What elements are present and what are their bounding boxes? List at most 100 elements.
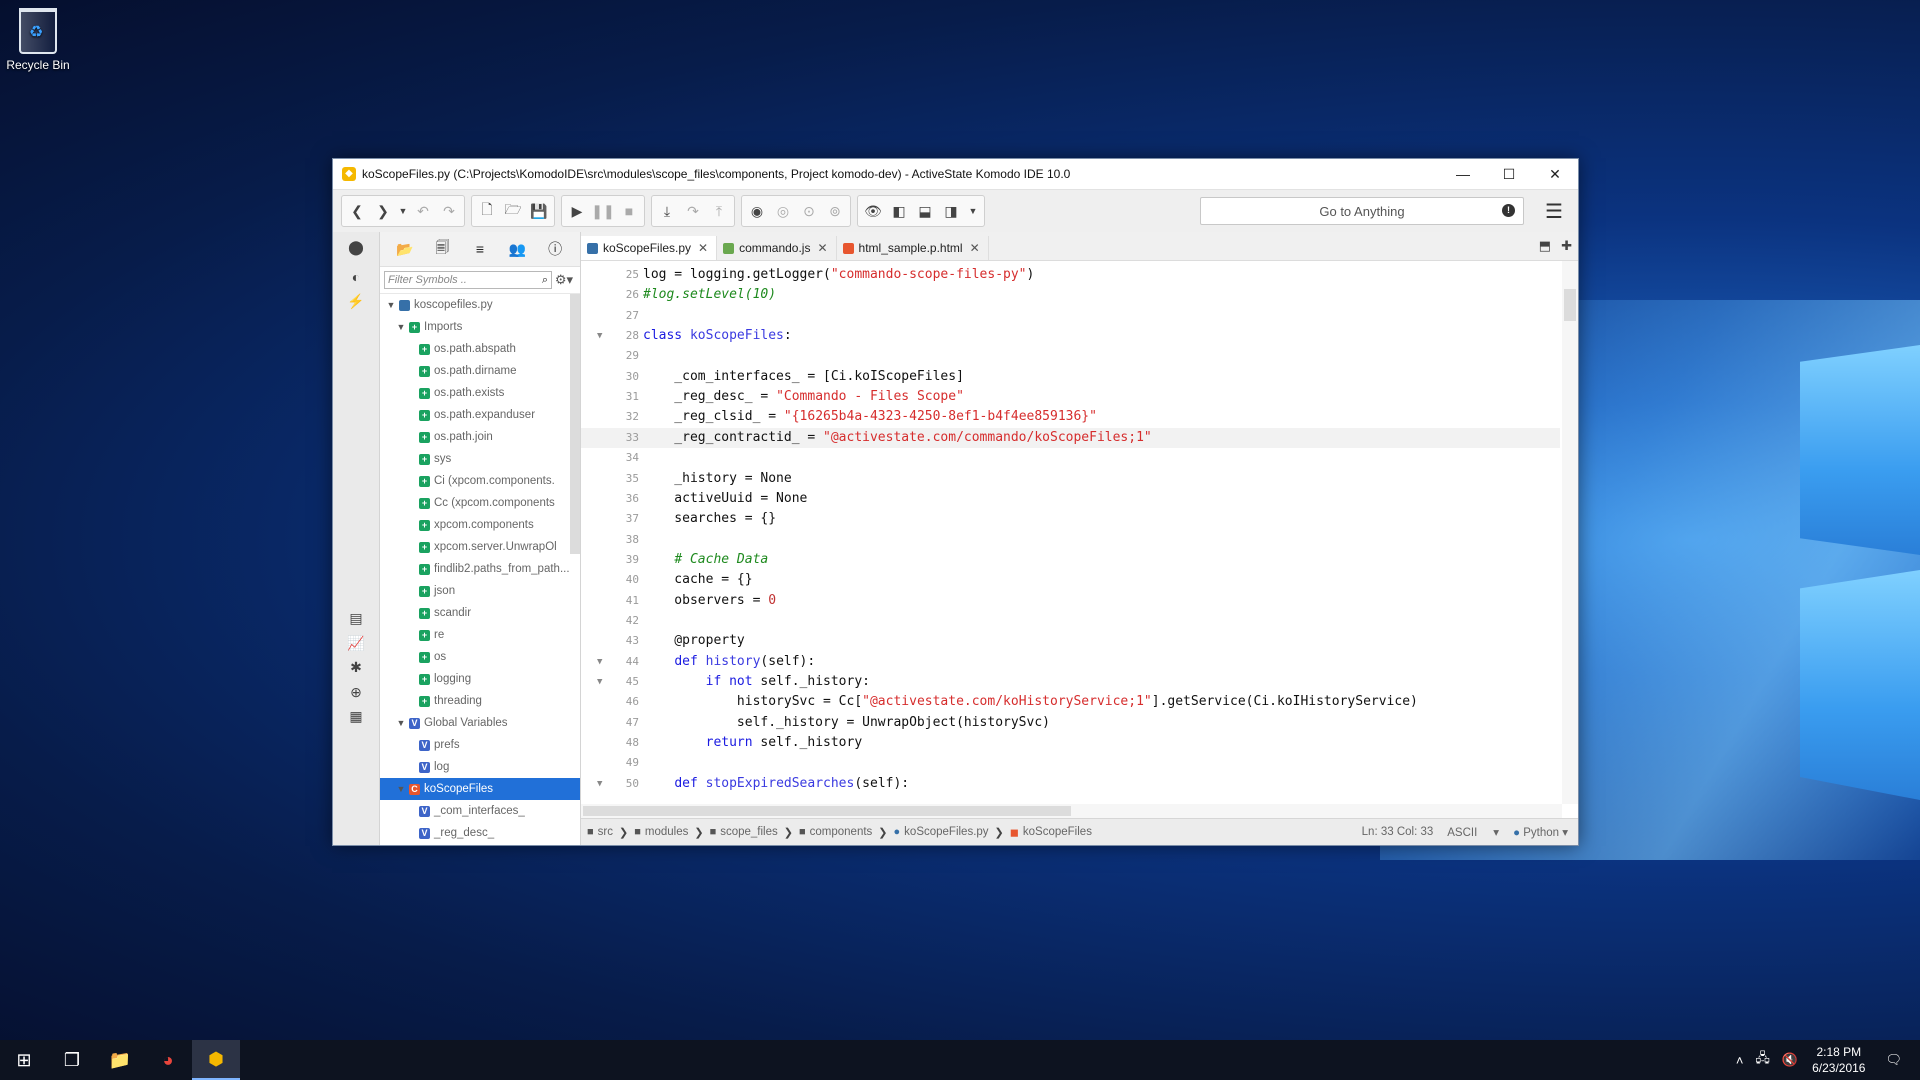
code-intel-icon[interactable]: ⓘ [542,237,568,261]
horizontal-scrollbar[interactable] [581,804,1562,818]
go-to-anything-input[interactable]: Go to Anything ! [1200,197,1524,225]
minimize-button[interactable]: — [1440,159,1486,189]
tab-list-icon[interactable]: ⬒ [1539,238,1551,254]
undo-icon[interactable]: ↶ [410,197,436,225]
notifications-icon[interactable]: 🗨 [1885,1052,1902,1068]
komodo-taskbar-icon[interactable]: ⬢ [192,1040,240,1080]
maximize-button[interactable]: ☐ [1486,159,1532,189]
play-macro-icon[interactable]: ⊙ [796,197,822,225]
code-line[interactable]: 46 historySvc = Cc["@activestate.com/koH… [581,692,1560,712]
lightning-icon[interactable]: ⚡ [343,290,369,312]
chrome-icon[interactable]: ◕ [144,1040,192,1080]
terminal-icon[interactable]: ▤ [343,607,369,629]
editor-tab[interactable]: koScopeFiles.py ✕ [581,236,718,260]
breadcrumb-item[interactable]: koScopeFiles.py [904,826,988,838]
save-macro-icon[interactable]: ⊚ [822,197,848,225]
code-line[interactable]: 30 _com_interfaces_ = [Ci.koIScopeFiles] [581,367,1560,387]
expand-toggle-icon[interactable]: ▼ [396,322,406,332]
breadcrumb-item[interactable]: scope_files [720,826,778,838]
globe-dropdown-icon[interactable]: ◐ [343,266,369,288]
symbol-tree-item[interactable]: + xpcom.components [380,514,580,536]
clock[interactable]: 2:18 PM 6/23/2016 [1812,1044,1865,1076]
bottom-pane-toggle-icon[interactable]: ⬓ [912,197,938,225]
symbol-tree-item[interactable]: + findlib2.paths_from_path... [380,558,580,580]
code-line[interactable]: ▼ 44 def history(self): [581,652,1560,672]
record-macro-icon[interactable]: ◉ [744,197,770,225]
redo-icon[interactable]: ↷ [436,197,462,225]
network-icon[interactable]: 🖧 [1755,1049,1770,1071]
symbol-tree-item[interactable]: Vprefs [380,734,580,756]
code-line[interactable]: 35 _history = None [581,469,1560,489]
symbol-tree-item[interactable]: V _com_interfaces_ [380,800,580,822]
symbol-tree-item[interactable]: + xpcom.server.UnwrapOl [380,536,580,558]
open-file-icon[interactable]: 🗁 [500,197,526,225]
code-line[interactable]: 34 [581,448,1560,468]
language-selector[interactable]: ● Python ▾ [1513,825,1568,839]
breadcrumb-item[interactable]: src [598,826,613,838]
symbol-tree-item[interactable]: ▼ + Imports [380,316,580,338]
expand-toggle-icon[interactable]: ▼ [386,300,396,310]
back-arrow-icon[interactable]: ❮ [344,197,370,225]
left-pane-toggle-icon[interactable]: ◧ [886,197,912,225]
code-line[interactable]: 38 [581,530,1560,550]
close-tab-icon[interactable]: ✕ [817,241,827,255]
breadcrumb-item[interactable]: components [810,826,873,838]
symbol-tree-item[interactable]: + os [380,646,580,668]
symbol-tree-item[interactable]: + Ci (xpcom.components. [380,470,580,492]
symbol-tree-item[interactable]: + os.path.dirname [380,360,580,382]
stop-macro-icon[interactable]: ◎ [770,197,796,225]
pause-icon[interactable]: ❚❚ [590,197,616,225]
symbol-tree-item[interactable]: + sys [380,448,580,470]
filter-symbols-input[interactable]: Filter Symbols .. ⌕ [384,271,552,289]
web-icon[interactable]: ⊕ [343,681,369,703]
gear-icon[interactable]: ⚙▾ [552,272,576,288]
step-over-icon[interactable]: ↷ [680,197,706,225]
version-control-icon[interactable]: ⬤ [343,236,369,258]
symbol-tree-item[interactable]: ▼ V Global Variables [380,712,580,734]
expand-toggle-icon[interactable]: ▼ [396,784,406,794]
fold-toggle-icon[interactable]: ▼ [597,326,602,346]
code-editor[interactable]: ▼ 50 def stopExpiredSearches(self): 49 48 r… [581,261,1578,818]
breadcrumb-item[interactable]: koScopeFiles [1023,826,1092,838]
database-icon[interactable]: ≡ [467,237,493,261]
code-line[interactable]: 37 searches = {} [581,509,1560,529]
symbol-tree-item[interactable]: V _reg_desc_ [380,822,580,844]
symbol-tree-item[interactable]: + os.path.abspath [380,338,580,360]
code-line[interactable]: 29 [581,346,1560,366]
info-icon[interactable]: ! [1502,204,1515,217]
symbol-tree-item[interactable]: + threading [380,690,580,712]
stop-icon[interactable]: ■ [616,197,642,225]
fold-toggle-icon[interactable]: ▼ [597,652,602,672]
code-line[interactable]: 26 #log.setLevel(10) [581,285,1560,305]
code-line[interactable]: 27 [581,306,1560,326]
symbol-tree-item[interactable]: + scandir [380,602,580,624]
symbol-tree-item[interactable]: ▼ koscopefiles.py [380,294,580,316]
run-icon[interactable]: ▶ [564,197,590,225]
expand-toggle-icon[interactable]: ▼ [396,718,406,728]
file-explorer-icon[interactable]: 📁 [96,1040,144,1080]
title-bar[interactable]: ◆ koScopeFiles.py (C:\Projects\KomodoIDE… [333,159,1578,190]
code-line[interactable]: 36 activeUuid = None [581,489,1560,509]
code-line[interactable]: 40 cache = {} [581,570,1560,590]
chart-icon[interactable]: 📈 [343,632,369,654]
snippet-icon[interactable]: ✱ [343,656,369,678]
history-dropdown-icon[interactable]: ▼ [396,197,410,225]
view-dropdown-icon[interactable]: ▼ [964,197,982,225]
start-windows-icon[interactable]: ⊞ [0,1040,48,1080]
places-folder-icon[interactable]: 📂 [392,237,418,261]
code-line[interactable]: 42 [581,611,1560,631]
volume-muted-icon[interactable]: 🔇 [1782,1052,1798,1068]
search-icon[interactable]: ⌕ [542,272,548,288]
encoding-selector[interactable]: ASCII ▾ [1447,825,1499,839]
editor-tab[interactable]: html_sample.p.html ✕ [837,236,989,260]
cursor-position[interactable]: Ln: 33 Col: 33 [1362,826,1434,838]
symbol-tree-item[interactable]: + Cc (xpcom.components [380,492,580,514]
vertical-scrollbar[interactable] [1562,261,1578,804]
documents-icon[interactable]: 🗐 [429,237,455,261]
symbol-tree-item[interactable]: + os.path.exists [380,382,580,404]
step-out-icon[interactable]: ⤒ [706,197,732,225]
symbol-tree-item[interactable]: ▼ CkoScopeFiles [380,778,580,800]
task-view-icon[interactable]: ❐ [48,1040,96,1080]
symbol-tree-item[interactable]: + json [380,580,580,602]
code-line[interactable]: 41 observers = 0 [581,591,1560,611]
